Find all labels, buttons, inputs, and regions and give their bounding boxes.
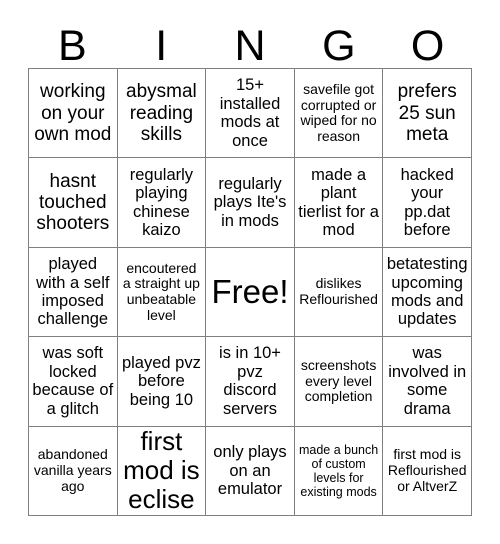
bingo-cell-b2[interactable]: hasnt touched shooters	[29, 158, 118, 248]
bingo-cell-label: dislikes Reflourished	[299, 275, 378, 307]
bingo-cell-label: abandoned vanilla years ago	[33, 446, 112, 494]
bingo-cell-o1[interactable]: prefers 25 sun meta	[383, 69, 472, 159]
bingo-cell-label: regularly plays Ite's in mods	[213, 174, 287, 230]
bingo-cell-n1[interactable]: 15+ installed mods at once	[206, 69, 295, 159]
bingo-cell-label: abysmal reading skills	[126, 81, 197, 145]
bingo-cell-b1[interactable]: working on your own mod	[29, 69, 118, 159]
bingo-cell-o5[interactable]: first mod is Reflourished or AltverZ	[383, 426, 472, 516]
bingo-cell-label: first mod is Reflourished or AltverZ	[387, 446, 467, 494]
bingo-cell-label: played pvz before being 10	[121, 353, 201, 409]
bingo-cell-label: was involved in some drama	[388, 344, 467, 418]
bingo-cell-i2[interactable]: regularly playing chinese kaizo	[117, 158, 207, 248]
bingo-cell-b3[interactable]: played with a self imposed challenge	[29, 247, 118, 338]
bingo-cell-label: screenshots every level completion	[300, 356, 377, 405]
bingo-cell-label: is in 10+ pvz discord servers	[219, 344, 281, 418]
bingo-cell-free[interactable]: Free!	[206, 247, 295, 338]
bingo-cell-o2[interactable]: hacked your pp.dat before	[383, 158, 472, 248]
header-letter-i: I	[155, 22, 168, 70]
bingo-grid: working on your own mod abysmal reading …	[28, 68, 472, 516]
bingo-cell-label: played with a self imposed challenge	[36, 255, 110, 329]
bingo-cell-b5[interactable]: abandoned vanilla years ago	[29, 426, 118, 516]
bingo-header-row: B I N G O	[28, 16, 472, 68]
bingo-cell-b4[interactable]: was soft locked because of a glitch	[29, 337, 118, 427]
bingo-cell-label: hacked your pp.dat before	[400, 165, 454, 240]
bingo-cell-i3[interactable]: encoutered a straight up unbeatable leve…	[117, 247, 207, 338]
bingo-cell-o3[interactable]: betatesting upcoming mods and updates	[383, 247, 472, 338]
bingo-cell-g3[interactable]: dislikes Reflourished	[294, 247, 384, 338]
bingo-cell-label: betatesting upcoming mods and updates	[386, 255, 468, 329]
bingo-cell-o4[interactable]: was involved in some drama	[383, 337, 472, 427]
bingo-cell-label: 15+ installed mods at once	[219, 76, 281, 150]
bingo-cell-g4[interactable]: screenshots every level completion	[294, 337, 384, 427]
bingo-cell-i5[interactable]: first mod is eclise	[117, 426, 207, 516]
header-letter-g: G	[322, 22, 356, 70]
bingo-cell-label: hasnt touched shooters	[36, 170, 110, 235]
bingo-cell-n4[interactable]: is in 10+ pvz discord servers	[206, 337, 295, 427]
bingo-card: B I N G O working on your own mod abysma…	[0, 0, 500, 544]
header-letter-o: O	[410, 22, 445, 70]
bingo-cell-label: regularly playing chinese kaizo	[129, 165, 194, 240]
bingo-cell-n5[interactable]: only plays on an emulator	[206, 426, 295, 516]
header-letter-b: B	[58, 22, 87, 70]
bingo-cell-label: encoutered a straight up unbeatable leve…	[122, 259, 200, 323]
bingo-cell-n2[interactable]: regularly plays Ite's in mods	[206, 158, 295, 248]
bingo-cell-i1[interactable]: abysmal reading skills	[117, 69, 207, 159]
bingo-cell-label: savefile got corrupted or wiped for no r…	[300, 80, 377, 144]
bingo-cell-g1[interactable]: savefile got corrupted or wiped for no r…	[294, 69, 384, 159]
bingo-cell-g2[interactable]: made a plant tierlist for a mod	[294, 158, 384, 248]
bingo-cell-label: only plays on an emulator	[213, 443, 287, 499]
bingo-cell-label: made a bunch of custom levels for existi…	[298, 442, 379, 499]
bingo-cell-i4[interactable]: played pvz before being 10	[117, 337, 207, 427]
bingo-cell-label: first mod is eclise	[123, 426, 200, 515]
bingo-cell-label: working on your own mod	[34, 81, 112, 145]
bingo-free-label: Free!	[211, 272, 289, 310]
bingo-cell-label: was soft locked because of a glitch	[32, 344, 114, 418]
bingo-cell-label: prefers 25 sun meta	[397, 81, 457, 145]
bingo-cell-g5[interactable]: made a bunch of custom levels for existi…	[294, 426, 384, 516]
header-letter-n: N	[234, 22, 266, 70]
bingo-cell-label: made a plant tierlist for a mod	[298, 165, 379, 240]
